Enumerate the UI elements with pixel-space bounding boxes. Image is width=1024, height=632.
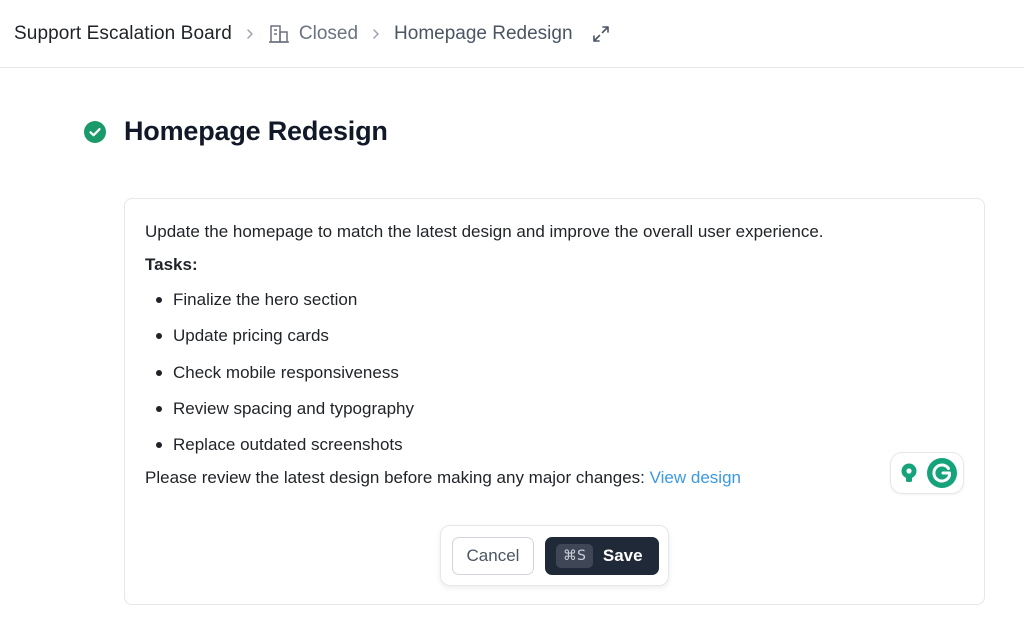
- lightbulb-icon[interactable]: [897, 461, 921, 485]
- list-item: Finalize the hero section: [145, 289, 964, 325]
- check-circle-icon[interactable]: [84, 120, 106, 143]
- page-title[interactable]: Homepage Redesign: [124, 116, 388, 147]
- expand-icon[interactable]: [591, 24, 611, 44]
- building-icon: [268, 23, 290, 45]
- chevron-right-icon: [370, 28, 382, 40]
- save-shortcut-hint: ⌘S: [556, 543, 593, 568]
- cancel-button[interactable]: Cancel: [452, 536, 534, 575]
- list-item: Update pricing cards: [145, 325, 964, 361]
- grammarly-icon[interactable]: [927, 458, 957, 488]
- review-note-text: Please review the latest design before m…: [145, 468, 650, 488]
- list-item: Review spacing and typography: [145, 398, 964, 434]
- description-text: Update the homepage to match the latest …: [145, 222, 824, 241]
- view-design-link[interactable]: View design: [650, 468, 741, 487]
- save-button[interactable]: ⌘S Save: [545, 536, 659, 575]
- save-label: Save: [602, 545, 643, 565]
- breadcrumb: Support Escalation Board Closed Homepage…: [0, 0, 1024, 68]
- breadcrumb-board-link[interactable]: Support Escalation Board: [14, 23, 232, 45]
- edit-action-bar: Cancel ⌘S Save: [440, 525, 669, 586]
- breadcrumb-status-link[interactable]: Closed: [299, 23, 358, 45]
- review-note: Please review the latest design before m…: [145, 467, 964, 489]
- grammarly-widget[interactable]: [890, 452, 964, 494]
- chevron-right-icon: [244, 28, 256, 40]
- title-row: Homepage Redesign: [84, 116, 388, 147]
- breadcrumb-current: Homepage Redesign: [394, 22, 573, 44]
- list-item: Replace outdated screenshots: [145, 434, 964, 470]
- list-item: Check mobile responsiveness: [145, 362, 964, 398]
- editor-content[interactable]: Update the homepage to match the latest …: [145, 221, 964, 489]
- task-list: Finalize the hero section Update pricing…: [145, 289, 964, 470]
- tasks-heading: Tasks:: [145, 255, 198, 274]
